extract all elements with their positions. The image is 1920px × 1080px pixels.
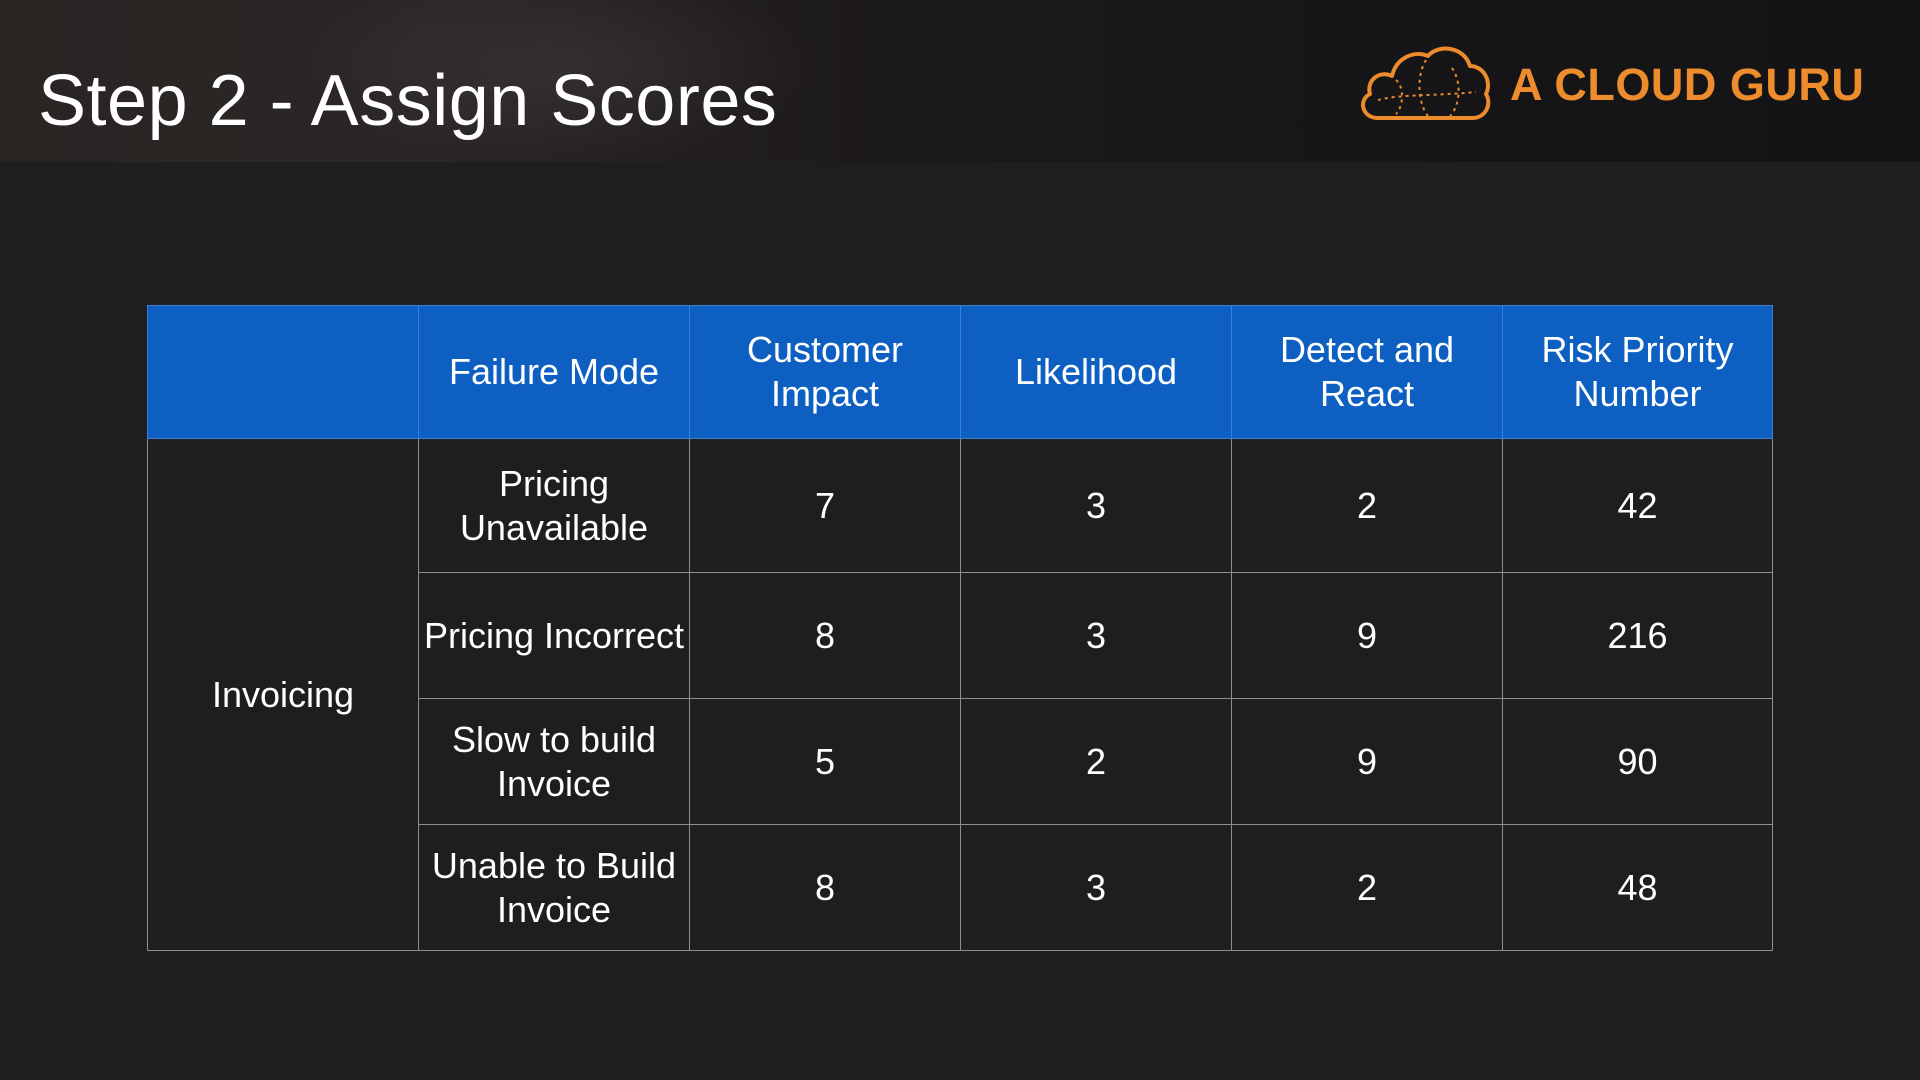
scores-table: Failure Mode Customer Impact Likelihood … (147, 305, 1773, 951)
brand-logo: A CLOUD GURU (1356, 40, 1876, 130)
group-cell-invoicing: Invoicing (147, 438, 419, 951)
page-title: Step 2 - Assign Scores (38, 61, 778, 141)
header-cell-customer-impact: Customer Impact (689, 305, 961, 439)
header-cell-blank (147, 305, 419, 439)
likelihood-cell: 2 (960, 698, 1232, 825)
table-header-row: Failure Mode Customer Impact Likelihood … (147, 305, 1773, 439)
detect-react-cell: 9 (1231, 572, 1503, 699)
rpn-cell: 42 (1502, 438, 1773, 573)
failure-mode-cell: Unable to Build Invoice (418, 824, 690, 951)
slide: Step 2 - Assign Scores A CLOUD GURU Fail… (0, 0, 1920, 1080)
cloud-logo-icon (1361, 46, 1491, 120)
likelihood-cell: 3 (960, 438, 1232, 573)
rpn-cell: 48 (1502, 824, 1773, 951)
rpn-cell: 90 (1502, 698, 1773, 825)
header-cell-rpn: Risk Priority Number (1502, 305, 1773, 439)
customer-impact-cell: 5 (689, 698, 961, 825)
detect-react-cell: 2 (1231, 824, 1503, 951)
detect-react-cell: 2 (1231, 438, 1503, 573)
header-cell-detect-react: Detect and React (1231, 305, 1503, 439)
customer-impact-cell: 7 (689, 438, 961, 573)
header-cell-likelihood: Likelihood (960, 305, 1232, 439)
failure-mode-cell: Pricing Incorrect (418, 572, 690, 699)
customer-impact-cell: 8 (689, 572, 961, 699)
failure-mode-cell: Slow to build Invoice (418, 698, 690, 825)
customer-impact-cell: 8 (689, 824, 961, 951)
brand-name: A CLOUD GURU (1510, 59, 1865, 110)
table-row: Invoicing Pricing Unavailable 7 3 2 42 (147, 438, 1773, 951)
likelihood-cell: 3 (960, 572, 1232, 699)
rpn-cell: 216 (1502, 572, 1773, 699)
detect-react-cell: 9 (1231, 698, 1503, 825)
failure-mode-cell: Pricing Unavailable (418, 438, 690, 573)
likelihood-cell: 3 (960, 824, 1232, 951)
header-cell-failure-mode: Failure Mode (418, 305, 690, 439)
